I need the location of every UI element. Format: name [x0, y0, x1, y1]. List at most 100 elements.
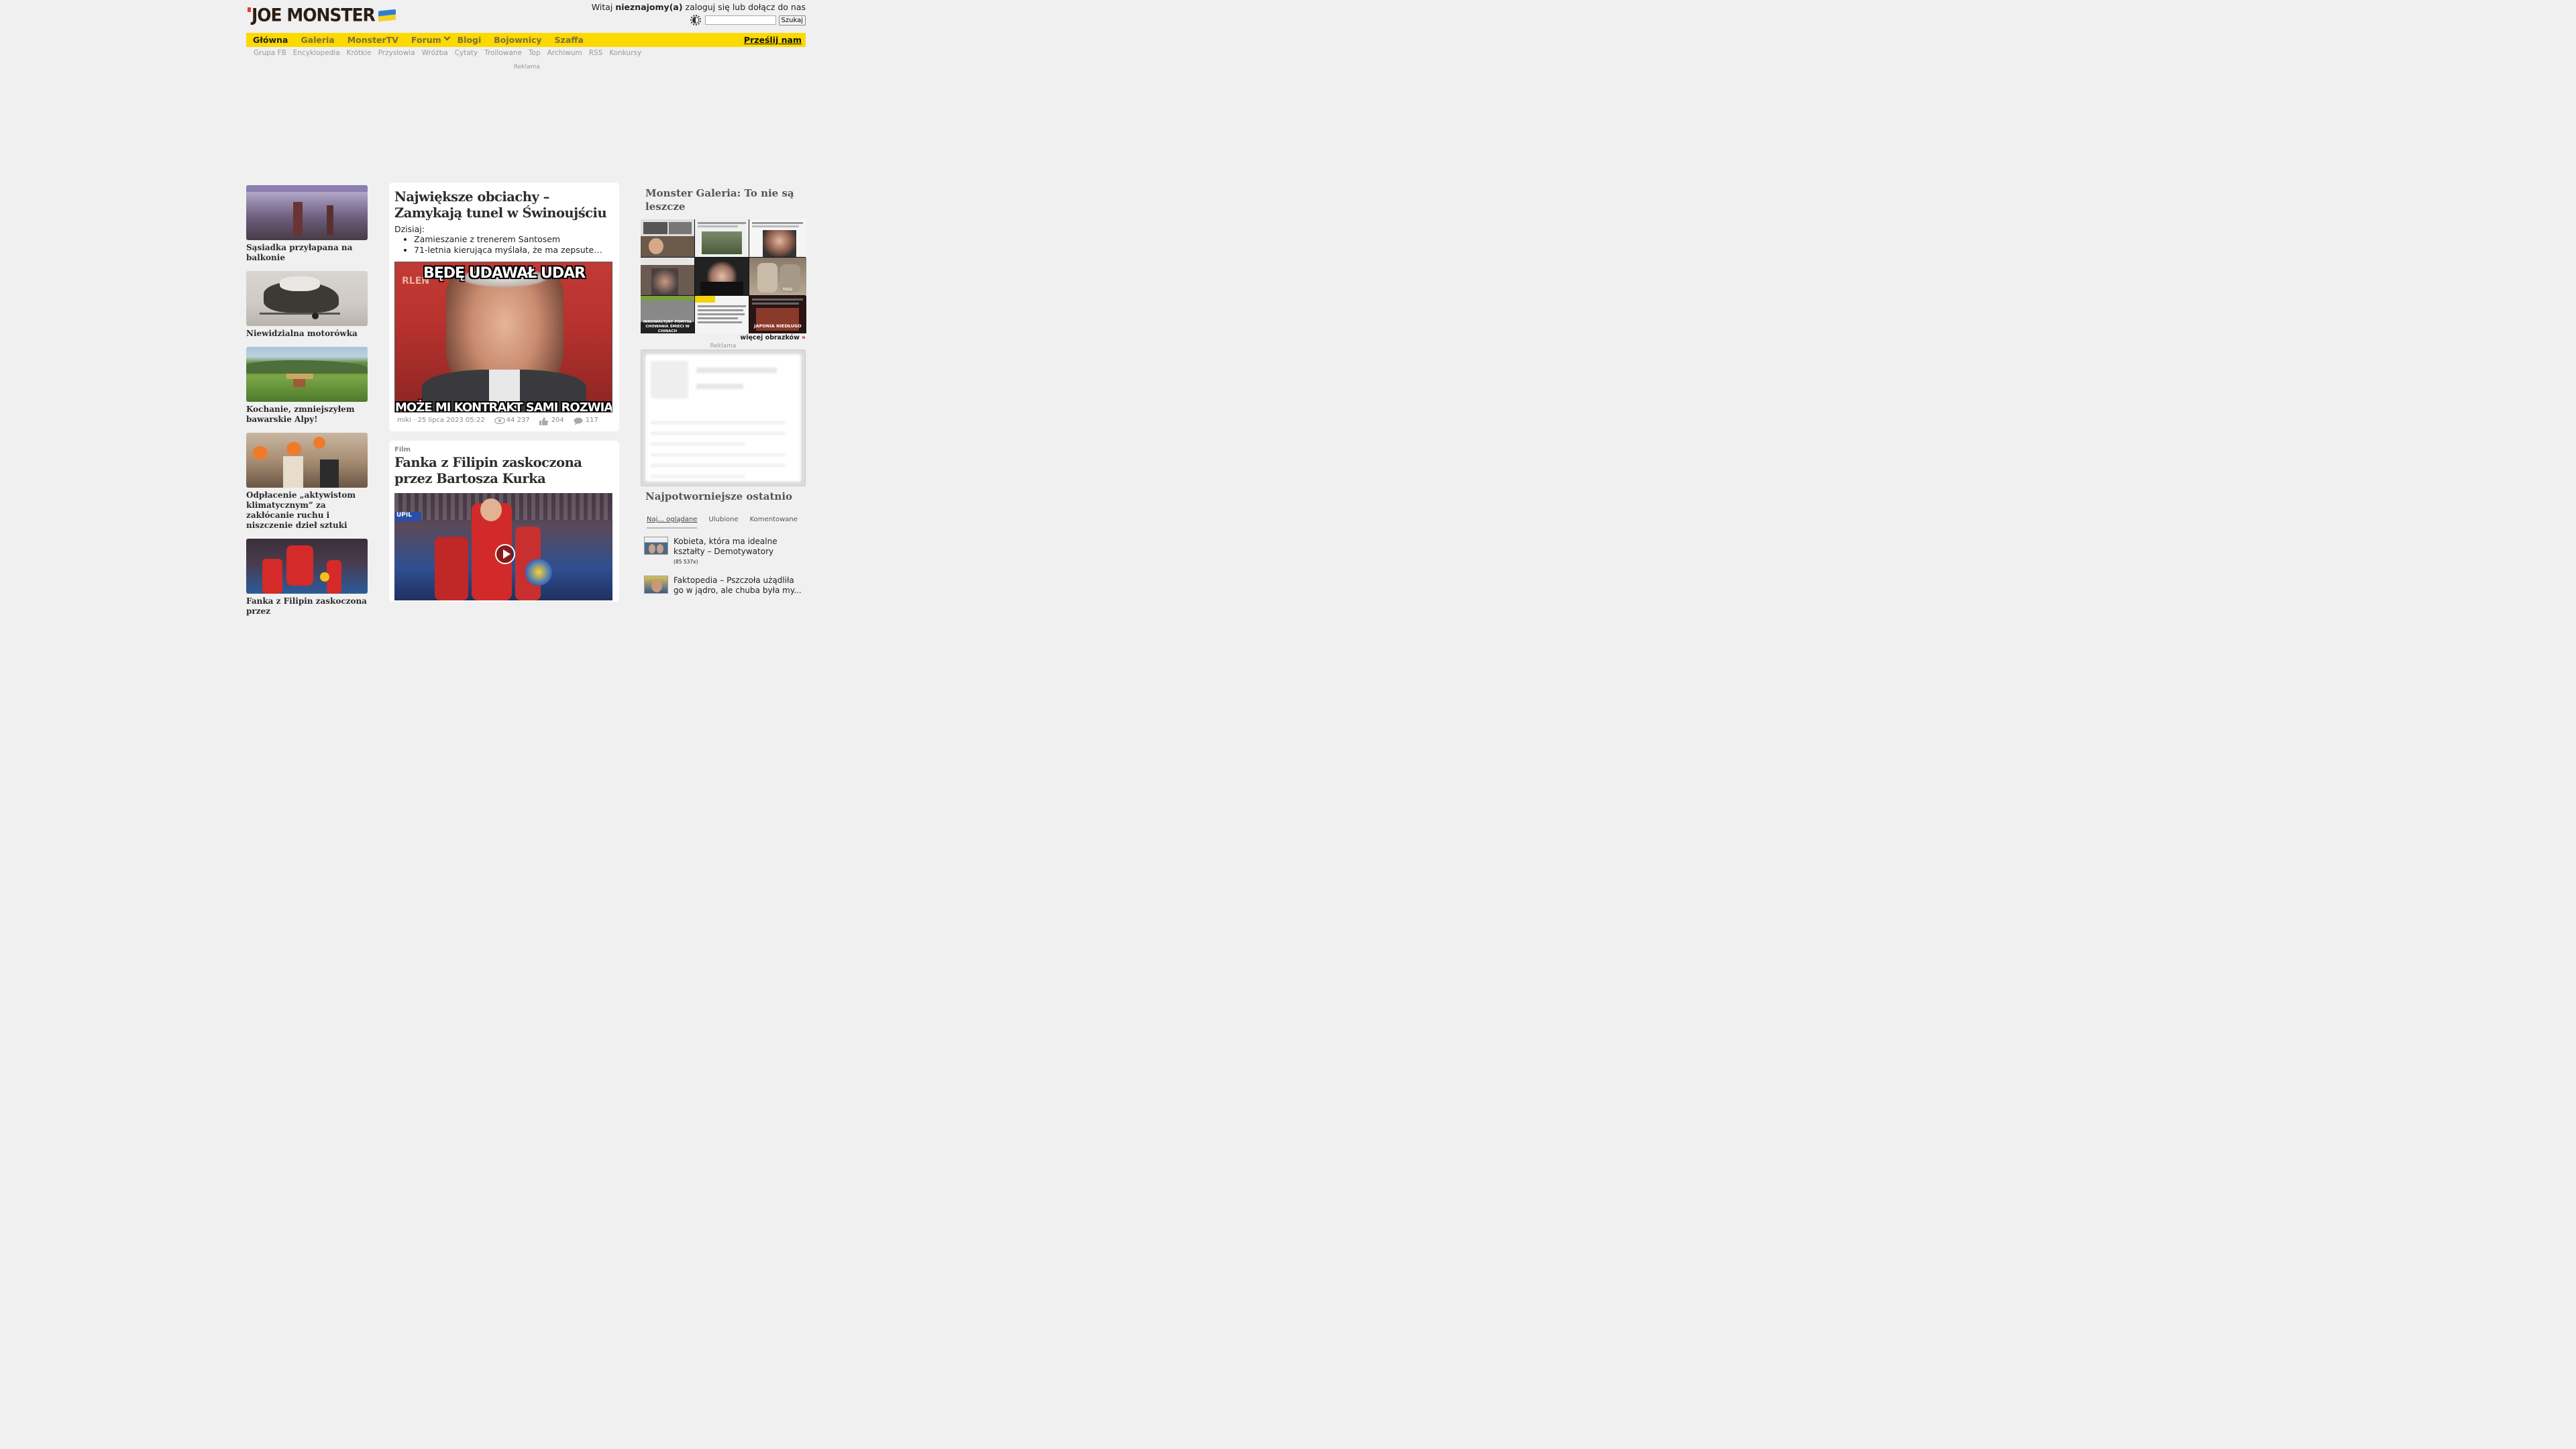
gallery-thumb[interactable]	[641, 258, 694, 295]
tile-image[interactable]	[246, 271, 368, 326]
list-item[interactable]: 71-letnia kierująca myślała, że ma zepsu…	[414, 245, 619, 256]
ad-box[interactable]	[641, 350, 806, 486]
gallery-thumb[interactable]: Mała	[749, 258, 806, 295]
image-caption-bottom: MOŻE MI KONTRAKT SAMI ROZWIĄŻĄ	[395, 400, 612, 413]
site-logo[interactable]: JOE MONSTER	[248, 5, 396, 25]
left-column: Sąsiadka przyłapana na balkonie Niewidzi…	[246, 185, 368, 625]
greeting-prefix: Witaj	[591, 2, 616, 12]
item-title[interactable]: Faktopedia – Pszczoła użądliła go w jądr…	[674, 576, 806, 596]
item-count: (85 537x)	[674, 559, 698, 565]
subnav-item[interactable]: Przysłowia	[378, 49, 415, 57]
more-images-link[interactable]: więcej obrazków»	[641, 334, 806, 341]
item-title[interactable]: Kobieta, która ma idealne kształty – Dem…	[674, 537, 806, 557]
comment-icon[interactable]	[574, 417, 583, 425]
tab-favorites[interactable]: Ulubione	[708, 516, 738, 529]
likes-count: 204	[551, 417, 564, 424]
search-bar: Szukaj	[690, 15, 806, 25]
list-item[interactable]: Fanka z Filipin zaskoczona przez	[246, 539, 368, 616]
subnav-item[interactable]: Grupa FB	[254, 49, 286, 57]
double-chevron-right-icon: »	[801, 334, 806, 341]
gallery-thumb[interactable]	[749, 219, 806, 257]
nav-item-glowna[interactable]: Główna	[253, 35, 288, 45]
subnav-item[interactable]: RSS	[589, 49, 603, 57]
ukraine-flag-icon	[378, 9, 396, 22]
subnav-item[interactable]: Trollowane	[484, 49, 522, 57]
nav-item-forum[interactable]: Forum	[411, 35, 441, 45]
article-title[interactable]: Największe obciachy – Zamykają tunel w Ś…	[389, 182, 619, 221]
gallery-thumb[interactable]	[695, 258, 749, 295]
ad-label: Reklama	[514, 64, 540, 70]
nav-item-szaffa[interactable]: Szaffa	[555, 35, 584, 45]
thumb-caption: Mała	[783, 287, 793, 292]
popular-title: Najpotworniejsze ostatnio	[645, 490, 793, 502]
tile-title[interactable]: Niewidzialna motorówka	[246, 329, 368, 339]
item-thumbnail[interactable]	[644, 576, 668, 594]
ad-label: Reklama	[710, 343, 737, 350]
tile-image[interactable]	[246, 539, 368, 594]
subnav-item[interactable]: Wróżba	[422, 49, 448, 57]
subnav-item[interactable]: Top	[529, 49, 541, 57]
login-link[interactable]: zaloguj się lub dołącz do nas	[683, 2, 806, 12]
search-input[interactable]	[704, 15, 776, 25]
subnav-item[interactable]: Konkursy	[609, 49, 641, 57]
submit-link[interactable]: Prześlij nam	[744, 35, 802, 45]
gallery-thumb[interactable]: JAPONIA NIEDŁUGO	[749, 296, 806, 333]
gallery-grid: Mała INNOWACYJNY POMYSŁ CHOWANIA ŚMIECI …	[641, 219, 806, 333]
more-images-label[interactable]: więcej obrazków	[740, 334, 799, 341]
nav-item-bojownicy[interactable]: Bojownicy	[494, 35, 541, 45]
thumbs-up-icon[interactable]	[539, 417, 549, 425]
greeting: Witaj nieznajomy(a) zaloguj się lub dołą…	[592, 2, 806, 12]
logo-text: JOE MONSTER	[252, 5, 376, 25]
image-caption-top: BĘDĘ UDAWAŁ UDAR	[423, 265, 586, 282]
list-item[interactable]: Faktopedia – Pszczoła użądliła go w jądr…	[641, 576, 806, 596]
gallery-thumb[interactable]: INNOWACYJNY POMYSŁ CHOWANIA ŚMIECI W CHI…	[641, 296, 694, 333]
subnav-item[interactable]: Cytaty	[455, 49, 478, 57]
chevron-down-icon[interactable]	[443, 34, 451, 41]
article-category[interactable]: Film	[389, 441, 619, 455]
author-date[interactable]: miki · 25 lipca 2023 05:22	[397, 417, 485, 424]
list-item[interactable]: Zamieszanie z trenerem Santosem	[414, 234, 619, 245]
nav-item-monstertv[interactable]: MonsterTV	[347, 35, 398, 45]
list-item[interactable]: Kobieta, która ma idealne kształty – Dem…	[641, 537, 806, 565]
nav-item-blogi[interactable]: Blogi	[458, 35, 482, 45]
today-list: Zamieszanie z trenerem Santosem 71-letni…	[389, 234, 619, 256]
gallery-thumb[interactable]	[695, 219, 749, 257]
gallery-thumb[interactable]	[641, 219, 694, 257]
tab-most-viewed[interactable]: Naj... oglądane	[647, 516, 698, 529]
tile-title[interactable]: Fanka z Filipin zaskoczona przez	[246, 596, 368, 616]
list-item[interactable]: Odpłacenie „aktywistom klimatycznym” za …	[246, 433, 368, 531]
play-icon[interactable]	[495, 544, 515, 564]
tile-image[interactable]	[246, 433, 368, 488]
main-nav: Główna Galeria MonsterTV Forum Blogi Boj…	[246, 33, 806, 47]
article-image[interactable]: RLEN BĘDĘ UDAWAŁ UDAR MOŻE MI KONTRAKT S…	[394, 262, 612, 413]
article-card: Największe obciachy – Zamykają tunel w Ś…	[389, 182, 619, 431]
tile-title[interactable]: Odpłacenie „aktywistom klimatycznym” za …	[246, 490, 368, 531]
thumb-caption: JAPONIA NIEDŁUGO	[754, 323, 802, 329]
article-title[interactable]: Fanka z Filipin zaskoczona przez Bartosz…	[389, 455, 619, 487]
tile-title[interactable]: Sąsiadka przyłapana na balkonie	[246, 243, 368, 263]
today-label: Dzisiaj:	[394, 224, 425, 234]
gallery-thumb[interactable]	[695, 296, 749, 333]
subnav-item[interactable]: Archiwum	[547, 49, 582, 57]
article-card: Film Fanka z Filipin zaskoczona przez Ba…	[389, 441, 619, 602]
article-meta: miki · 25 lipca 2023 05:22 44 237 204 11…	[389, 413, 619, 425]
list-item[interactable]: Sąsiadka przyłapana na balkonie	[246, 185, 368, 263]
logo-dot	[248, 7, 251, 12]
video-thumbnail[interactable]: UPIL	[394, 493, 612, 600]
gallery-title[interactable]: Monster Galeria: To nie są leszcze	[641, 185, 806, 213]
subnav-item[interactable]: Krótkie	[347, 49, 372, 57]
views-count: 44 237	[506, 417, 530, 424]
list-item[interactable]: Kochanie, zmniejszyłem bawarskie Alpy!	[246, 347, 368, 425]
tab-commented[interactable]: Komentowane	[750, 516, 798, 529]
tile-title[interactable]: Kochanie, zmniejszyłem bawarskie Alpy!	[246, 405, 368, 425]
search-button[interactable]: Szukaj	[778, 15, 806, 25]
tile-image[interactable]	[246, 185, 368, 240]
item-thumbnail[interactable]	[644, 537, 668, 555]
tile-image[interactable]	[246, 347, 368, 402]
list-item[interactable]: Niewidzialna motorówka	[246, 271, 368, 339]
nav-item-galeria[interactable]: Galeria	[301, 35, 334, 45]
theme-toggle-icon[interactable]	[690, 15, 701, 25]
subnav-item[interactable]: Encyklopedia	[293, 49, 340, 57]
ad-content	[645, 354, 801, 482]
thumb-caption: INNOWACYJNY POMYSŁ CHOWANIA ŚMIECI W CHI…	[643, 320, 692, 333]
